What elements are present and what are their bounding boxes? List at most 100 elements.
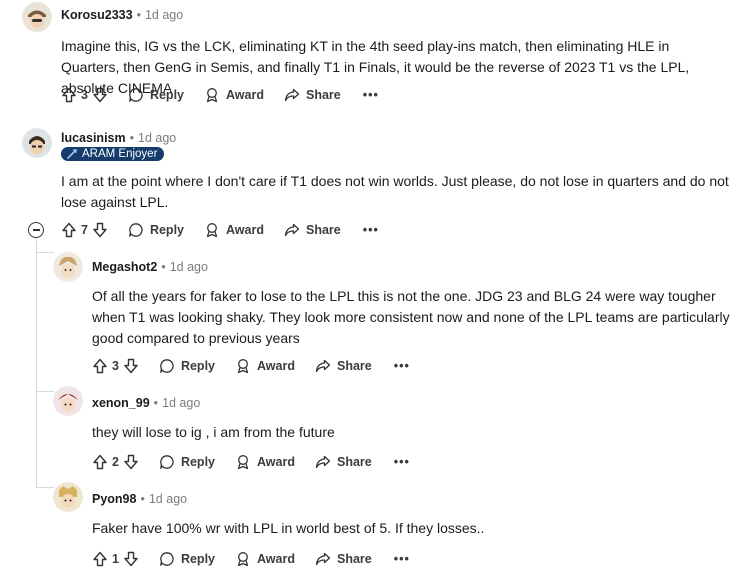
upvote-icon[interactable] xyxy=(92,454,108,470)
timestamp[interactable]: 1d ago xyxy=(145,8,183,22)
avatar[interactable] xyxy=(53,252,83,282)
reply-button[interactable]: Reply xyxy=(159,454,215,470)
award-label: Award xyxy=(226,88,264,102)
share-label: Share xyxy=(336,552,372,566)
thread-branch xyxy=(36,487,54,488)
upvote-icon[interactable] xyxy=(61,87,77,103)
reply-button[interactable]: Reply xyxy=(128,222,184,238)
award-label: Award xyxy=(257,455,295,469)
username[interactable]: Megashot2 xyxy=(92,260,157,274)
vote-count: 1 xyxy=(112,552,119,566)
comment-body: I am at the point where I don't care if … xyxy=(61,173,729,210)
collapse-thread-button[interactable] xyxy=(28,222,44,238)
comment-actions: 7 Reply Award Share ••• xyxy=(61,219,379,241)
avatar[interactable] xyxy=(22,2,52,32)
award-label: Award xyxy=(226,223,264,237)
award-button[interactable]: Award xyxy=(235,454,295,470)
separator-dot: • xyxy=(161,260,166,274)
vote-group: 7 xyxy=(61,222,108,238)
vote-count: 3 xyxy=(112,359,119,373)
comment-header: Pyon98 • 1d ago xyxy=(92,492,187,506)
comment-icon xyxy=(128,222,150,238)
comment-header: xenon_99 • 1d ago xyxy=(92,396,200,410)
comment-actions: 2 Reply Award Share ••• xyxy=(92,451,410,473)
flair-icon xyxy=(66,148,78,160)
comment-body: they will lose to ig , i am from the fut… xyxy=(92,424,335,440)
share-button[interactable]: Share xyxy=(284,87,341,103)
reply-button[interactable]: Reply xyxy=(159,551,215,567)
username[interactable]: Korosu2333 xyxy=(61,8,133,22)
comment-icon xyxy=(159,358,181,374)
comment-actions: 3 Reply Award Share ••• xyxy=(61,84,379,106)
minus-icon xyxy=(32,229,40,231)
share-label: Share xyxy=(336,455,372,469)
comment-icon xyxy=(159,551,181,567)
comment-body: Of all the years for faker to lose to th… xyxy=(92,288,730,346)
reply-button[interactable]: Reply xyxy=(128,87,184,103)
award-button[interactable]: Award xyxy=(204,222,264,238)
vote-group: 1 xyxy=(92,551,139,567)
reply-label: Reply xyxy=(180,359,215,373)
comment-icon xyxy=(128,87,150,103)
avatar[interactable] xyxy=(22,128,52,158)
thread-branch xyxy=(36,252,54,253)
award-button[interactable]: Award xyxy=(235,358,295,374)
upvote-icon[interactable] xyxy=(92,551,108,567)
award-button[interactable]: Award xyxy=(204,87,264,103)
timestamp[interactable]: 1d ago xyxy=(138,131,176,145)
avatar[interactable] xyxy=(53,482,83,512)
username[interactable]: lucasinism xyxy=(61,131,126,145)
comment-body: Faker have 100% wr with LPL in world bes… xyxy=(92,520,485,536)
separator-dot: • xyxy=(140,492,145,506)
flair-label: ARAM Enjoyer xyxy=(82,148,158,160)
timestamp[interactable]: 1d ago xyxy=(162,396,200,410)
more-options-button[interactable]: ••• xyxy=(394,552,410,566)
share-label: Share xyxy=(305,223,341,237)
comment-header: Korosu2333 • 1d ago xyxy=(61,8,183,22)
downvote-icon[interactable] xyxy=(92,222,108,238)
reply-label: Reply xyxy=(149,223,184,237)
comment-icon xyxy=(159,454,181,470)
vote-group: 3 xyxy=(92,358,139,374)
timestamp[interactable]: 1d ago xyxy=(170,260,208,274)
vote-group: 2 xyxy=(92,454,139,470)
award-icon xyxy=(204,222,226,238)
vote-count: 2 xyxy=(112,455,119,469)
share-button[interactable]: Share xyxy=(315,454,372,470)
award-label: Award xyxy=(257,552,295,566)
more-options-button[interactable]: ••• xyxy=(394,359,410,373)
comment-actions: 1 Reply Award Share ••• xyxy=(92,548,410,570)
share-icon xyxy=(315,551,337,567)
more-options-button[interactable]: ••• xyxy=(394,455,410,469)
timestamp[interactable]: 1d ago xyxy=(149,492,187,506)
award-icon xyxy=(235,358,257,374)
upvote-icon[interactable] xyxy=(92,358,108,374)
award-icon xyxy=(204,87,226,103)
share-label: Share xyxy=(336,359,372,373)
more-options-button[interactable]: ••• xyxy=(363,223,379,237)
username[interactable]: Pyon98 xyxy=(92,492,136,506)
share-button[interactable]: Share xyxy=(315,551,372,567)
separator-dot: • xyxy=(136,8,141,22)
downvote-icon[interactable] xyxy=(123,358,139,374)
share-button[interactable]: Share xyxy=(284,222,341,238)
downvote-icon[interactable] xyxy=(92,87,108,103)
more-options-button[interactable]: ••• xyxy=(363,88,379,102)
share-icon xyxy=(284,87,306,103)
award-icon xyxy=(235,454,257,470)
vote-count: 7 xyxy=(81,223,88,237)
comment-header: lucasinism • 1d ago xyxy=(61,131,176,145)
reply-button[interactable]: Reply xyxy=(159,358,215,374)
downvote-icon[interactable] xyxy=(123,551,139,567)
share-icon xyxy=(315,454,337,470)
share-button[interactable]: Share xyxy=(315,358,372,374)
downvote-icon[interactable] xyxy=(123,454,139,470)
avatar[interactable] xyxy=(53,386,83,416)
thread-branch xyxy=(36,391,54,392)
share-icon xyxy=(284,222,306,238)
username[interactable]: xenon_99 xyxy=(92,396,150,410)
award-icon xyxy=(235,551,257,567)
award-button[interactable]: Award xyxy=(235,551,295,567)
share-label: Share xyxy=(305,88,341,102)
upvote-icon[interactable] xyxy=(61,222,77,238)
